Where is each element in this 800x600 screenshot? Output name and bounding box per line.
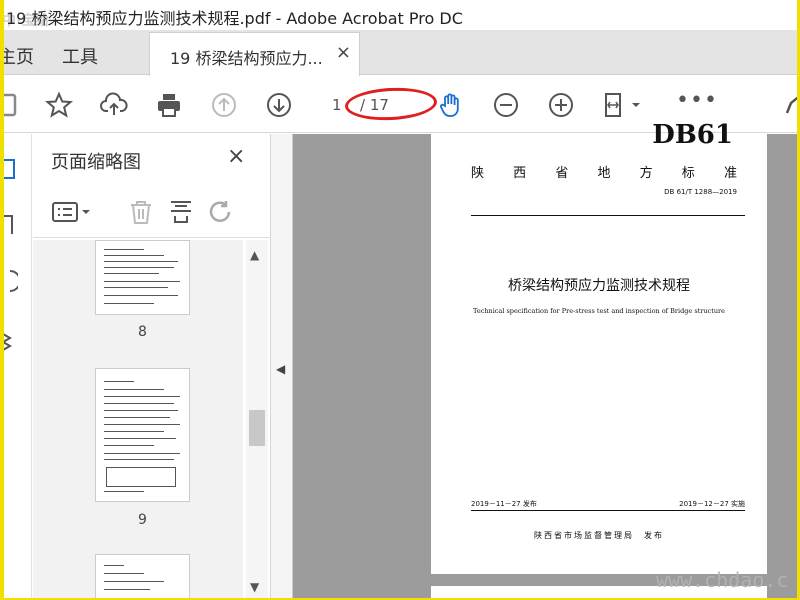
attachments-icon[interactable]	[4, 269, 21, 297]
thumbnail-page-number: 9	[138, 512, 147, 528]
divider	[471, 510, 745, 511]
standard-char: 省	[555, 166, 569, 181]
tab-close-icon[interactable]: ×	[336, 42, 351, 63]
thumbnails-panel: 页面缩略图 × 8 9 ▲ ▼	[33, 134, 271, 598]
standard-char: 方	[639, 166, 653, 181]
document-viewer[interactable]: DB61 陕 西 省 地 方 标 准 DB 61/T 1288—2019 桥梁结…	[293, 120, 797, 598]
thumbnail-list: 8 9	[33, 240, 243, 598]
extract-page-icon[interactable]	[167, 198, 195, 230]
thumbnail-page-8[interactable]	[95, 240, 190, 315]
tab-document-label: 19 桥梁结构预应力...	[170, 49, 323, 68]
left-icon-rail	[4, 134, 32, 598]
window-title: 19 桥梁结构预应力监测技术规程.pdf - Adobe Acrobat Pro…	[6, 9, 463, 28]
hand-tool-icon[interactable]	[436, 90, 466, 120]
delete-page-icon[interactable]	[127, 198, 155, 230]
divider	[471, 215, 745, 216]
standard-char: 西	[513, 166, 527, 181]
panel-collapse-handle[interactable]: ◀	[271, 134, 293, 598]
standard-char: 陕	[471, 166, 485, 181]
tab-home[interactable]: 主页	[4, 43, 34, 69]
thumbnail-page-9[interactable]	[95, 368, 190, 502]
zoom-out-icon[interactable]	[491, 90, 521, 120]
upload-cloud-icon[interactable]	[99, 90, 129, 120]
standard-heading: 陕 西 省 地 方 标 准	[471, 162, 737, 181]
prev-page-icon[interactable]	[209, 90, 239, 120]
tab-tools[interactable]: 工具	[62, 43, 98, 69]
thumbnail-page-number: 8	[138, 324, 147, 340]
page-current[interactable]: 1	[332, 96, 342, 114]
zoom-in-icon[interactable]	[546, 90, 576, 120]
standard-code: DB 61/T 1288—2019	[664, 188, 737, 196]
document-page: DB61 陕 西 省 地 方 标 准 DB 61/T 1288—2019 桥梁结…	[431, 120, 767, 574]
issue-date: 2019－11－27 发布	[471, 500, 537, 508]
scroll-thumb[interactable]	[249, 410, 265, 446]
app-window: 19 桥梁结构预应力监测技术规程.pdf - Adobe Acrobat Pro…	[4, 0, 797, 598]
scroll-up-icon[interactable]: ▲	[250, 248, 259, 262]
standard-logo: DB61	[652, 120, 733, 150]
thumbnail-options-icon[interactable]	[51, 200, 95, 228]
star-bookmark-icon[interactable]	[44, 90, 74, 120]
thumbnail-scrollbar[interactable]: ▲ ▼	[246, 240, 268, 598]
page-thumbnails-icon[interactable]	[4, 158, 18, 186]
scroll-down-icon[interactable]: ▼	[250, 580, 259, 594]
tab-document[interactable]: 19 桥梁结构预应力... ×	[149, 32, 360, 76]
annotate-pen-icon[interactable]	[780, 90, 797, 120]
issuing-authority: 陕西省市场监督管理局 发布	[534, 531, 664, 540]
corner-watermark: 中·宝给	[4, 13, 50, 29]
panel-title: 页面缩略图	[51, 152, 141, 173]
tab-bar: 主页 工具 19 桥梁结构预应力... ×	[4, 30, 797, 76]
panel-close-icon[interactable]: ×	[227, 144, 245, 169]
standard-char: 准	[723, 166, 737, 181]
title-bar: 19 桥梁结构预应力监测技术规程.pdf - Adobe Acrobat Pro…	[4, 0, 797, 30]
standard-char: 标	[681, 166, 695, 181]
document-title: 桥梁结构预应力监测技术规程	[508, 278, 690, 294]
site-watermark: www.chdao.c	[656, 568, 789, 592]
thumbnail-page-10[interactable]	[95, 554, 190, 598]
bookmarks-icon[interactable]	[4, 214, 18, 242]
effective-date: 2019－12－27 实施	[679, 500, 745, 508]
document-title-en: Technical specification for Pre-stress t…	[473, 307, 725, 315]
collapse-arrow-icon[interactable]: ◀	[276, 362, 285, 376]
fit-page-dropdown-icon[interactable]	[602, 90, 646, 120]
save-icon[interactable]	[4, 90, 26, 120]
layers-icon[interactable]	[4, 330, 18, 358]
more-tools-icon[interactable]: •••	[676, 88, 718, 113]
rotate-page-icon[interactable]	[207, 198, 235, 230]
standard-char: 地	[597, 166, 611, 181]
next-page-icon[interactable]	[264, 90, 294, 120]
print-icon[interactable]	[154, 90, 184, 120]
panel-toolbar	[33, 186, 271, 238]
